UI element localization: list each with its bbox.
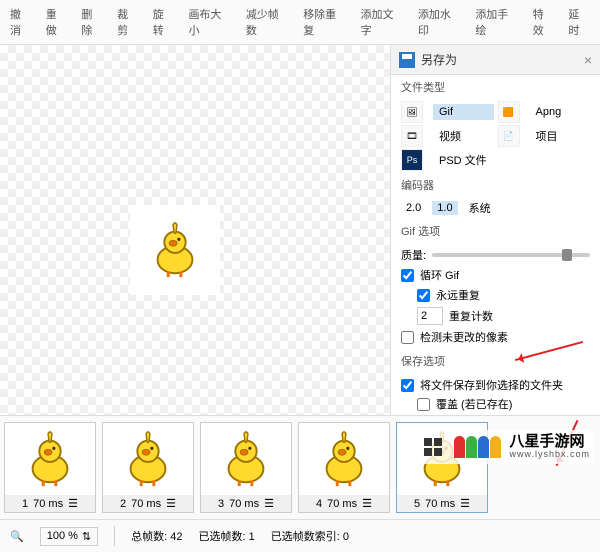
- frame-item[interactable]: 2 70 ms ☰: [102, 422, 194, 513]
- save-folder-label: 将文件保存到你选择的文件夹: [420, 377, 563, 393]
- close-icon[interactable]: ×: [584, 52, 592, 68]
- psd-icon: Ps: [401, 149, 423, 171]
- toolbar-6[interactable]: 减少帧数: [240, 2, 295, 42]
- zoom-value: 100 %: [47, 530, 78, 542]
- frame-thumb: [103, 423, 193, 495]
- toolbar-1[interactable]: 重做: [40, 2, 74, 42]
- quality-slider[interactable]: [432, 253, 590, 257]
- detect-label: 检测未更改的像素: [420, 329, 508, 345]
- zoom-stepper-icon[interactable]: ⇅: [82, 530, 91, 543]
- toolbar-10[interactable]: 添加手绘: [469, 2, 524, 42]
- frame-item[interactable]: 1 70 ms ☰: [4, 422, 96, 513]
- filetype-gif[interactable]: Gif: [433, 104, 494, 120]
- repeat-count-label: 重复计数: [449, 308, 493, 324]
- gif-icon: 🖼: [401, 101, 423, 123]
- watermark-grid-icon: [424, 438, 442, 456]
- frame-thumb: [5, 423, 95, 495]
- toolbar-9[interactable]: 添加水印: [412, 2, 467, 42]
- save-as-panel: 另存为 × 文件类型 🖼 Gif 🟧 Apng 🎞 视频 📄 项目 Ps PSD…: [390, 45, 600, 415]
- frame-item[interactable]: 3 70 ms ☰: [200, 422, 292, 513]
- watermark-logo: [454, 436, 501, 458]
- frame-time: 70 ms: [425, 498, 455, 510]
- frame-menu-icon[interactable]: ☰: [166, 497, 176, 510]
- toolbar-2[interactable]: 删除: [75, 2, 109, 42]
- overwrite-label: 覆盖 (若已存在): [436, 396, 512, 412]
- frame-menu-icon[interactable]: ☰: [460, 497, 470, 510]
- overwrite-checkbox[interactable]: [417, 398, 430, 411]
- toolbar-12[interactable]: 延时: [562, 2, 596, 42]
- frame-number: 1: [22, 498, 28, 510]
- frame-time: 70 ms: [131, 498, 161, 510]
- main-toolbar: 撤消重做删除裁剪旋转画布大小减少帧数移除重复添加文字添加水印添加手绘特效延时: [0, 0, 600, 45]
- frame-number: 2: [120, 498, 126, 510]
- frame-time: 70 ms: [33, 498, 63, 510]
- frame-time: 70 ms: [229, 498, 259, 510]
- frame-number: 3: [218, 498, 224, 510]
- loop-label: 循环 Gif: [420, 267, 459, 283]
- canvas-frame: [130, 205, 220, 295]
- save-options-label: 保存选项: [391, 349, 600, 373]
- frame-item[interactable]: 4 70 ms ☰: [298, 422, 390, 513]
- encoder-sys[interactable]: 系统: [464, 199, 496, 217]
- filetype-project[interactable]: 项目: [530, 126, 591, 146]
- panel-title: 另存为: [421, 51, 457, 68]
- frame-thumb: [201, 423, 291, 495]
- apng-icon: 🟧: [498, 101, 520, 123]
- duck-image: [313, 428, 375, 490]
- selected-frames: 已选帧数: 1: [198, 528, 254, 544]
- save-folder-checkbox[interactable]: [401, 379, 414, 392]
- frame-menu-icon[interactable]: ☰: [68, 497, 78, 510]
- video-icon: 🎞: [401, 125, 423, 147]
- toolbar-8[interactable]: 添加文字: [355, 2, 410, 42]
- frame-menu-icon[interactable]: ☰: [264, 497, 274, 510]
- frame-number: 4: [316, 498, 322, 510]
- toolbar-7[interactable]: 移除重复: [297, 2, 352, 42]
- status-bar: 🔍 100 % ⇅ 总帧数: 42 已选帧数: 1 已选帧数索引: 0: [0, 519, 600, 552]
- duck-image: [117, 428, 179, 490]
- toolbar-4[interactable]: 旋转: [147, 2, 181, 42]
- gif-options-label: Gif 选项: [391, 219, 600, 243]
- frame-thumb: [299, 423, 389, 495]
- watermark: 八星手游网 www.lyshbx.com: [420, 430, 594, 464]
- total-frames: 总帧数: 42: [131, 528, 182, 544]
- duck-image: [144, 219, 206, 281]
- watermark-name: 八星手游网: [509, 434, 590, 451]
- repeat-count-input[interactable]: [417, 307, 443, 325]
- loop-checkbox[interactable]: [401, 269, 414, 282]
- filetype-apng[interactable]: Apng: [530, 104, 591, 120]
- watermark-url: www.lyshbx.com: [509, 450, 590, 460]
- save-icon: [399, 52, 415, 68]
- toolbar-5[interactable]: 画布大小: [182, 2, 237, 42]
- encoder-label: 编码器: [391, 173, 600, 197]
- toolbar-3[interactable]: 裁剪: [111, 2, 145, 42]
- toolbar-0[interactable]: 撤消: [4, 2, 38, 42]
- filetype-video[interactable]: 视频: [433, 126, 494, 146]
- frame-number: 5: [414, 498, 420, 510]
- project-icon: 📄: [498, 125, 520, 147]
- encoder-10[interactable]: 1.0: [432, 201, 457, 215]
- duck-image: [19, 428, 81, 490]
- filetype-psd[interactable]: PSD 文件: [433, 150, 494, 170]
- duck-image: [215, 428, 277, 490]
- frame-menu-icon[interactable]: ☰: [362, 497, 372, 510]
- quality-label: 质量:: [401, 247, 426, 263]
- forever-checkbox[interactable]: [417, 289, 430, 302]
- toolbar-11[interactable]: 特效: [527, 2, 561, 42]
- filetype-label: 文件类型: [391, 75, 600, 99]
- frame-time: 70 ms: [327, 498, 357, 510]
- zoom-control[interactable]: 100 % ⇅: [40, 527, 98, 546]
- forever-label: 永远重复: [436, 287, 480, 303]
- selected-index: 已选帧数索引: 0: [271, 528, 349, 544]
- encoder-20[interactable]: 2.0: [401, 201, 426, 215]
- canvas-area[interactable]: [0, 45, 390, 415]
- detect-checkbox[interactable]: [401, 331, 414, 344]
- search-icon[interactable]: 🔍: [10, 530, 24, 543]
- filetype-grid: 🖼 Gif 🟧 Apng 🎞 视频 📄 项目 Ps PSD 文件: [391, 99, 600, 173]
